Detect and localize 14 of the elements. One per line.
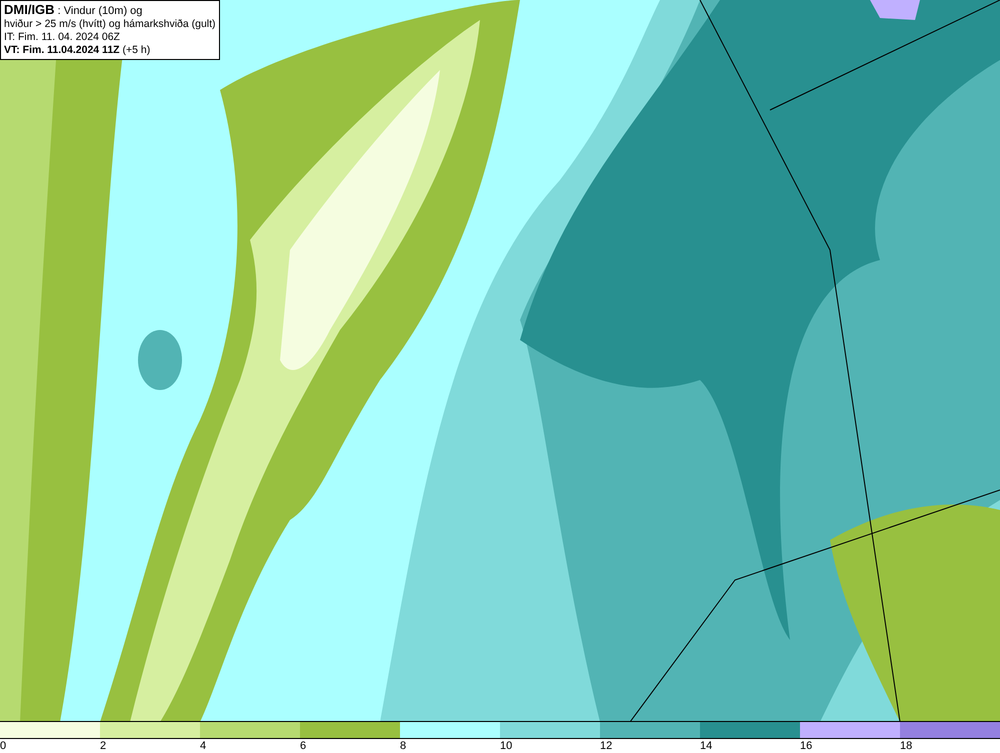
legend-label: 8	[400, 739, 408, 753]
legend-label: 4	[200, 739, 208, 753]
legend-label: 2	[100, 739, 108, 753]
legend-label: 16	[800, 739, 814, 753]
info-text: VT: Fim. 11.04.2024 11Z (+5 h)	[4, 44, 152, 57]
legend-label: 0	[0, 739, 8, 753]
info-text: hviður > 25 m/s (hvítt) og hámarkshviða (gult)	[4, 18, 216, 31]
legend-label: 14	[700, 739, 714, 753]
legend-label: 10	[500, 739, 514, 753]
legend-label: 12	[600, 739, 614, 753]
info-text: DMI/IGB : Vindur (10m) og	[4, 3, 144, 18]
legend-label: 18	[900, 739, 914, 753]
legend-label: 6	[300, 739, 308, 753]
info-text: IT: Fim. 11. 04. 2024 06Z	[4, 31, 121, 44]
